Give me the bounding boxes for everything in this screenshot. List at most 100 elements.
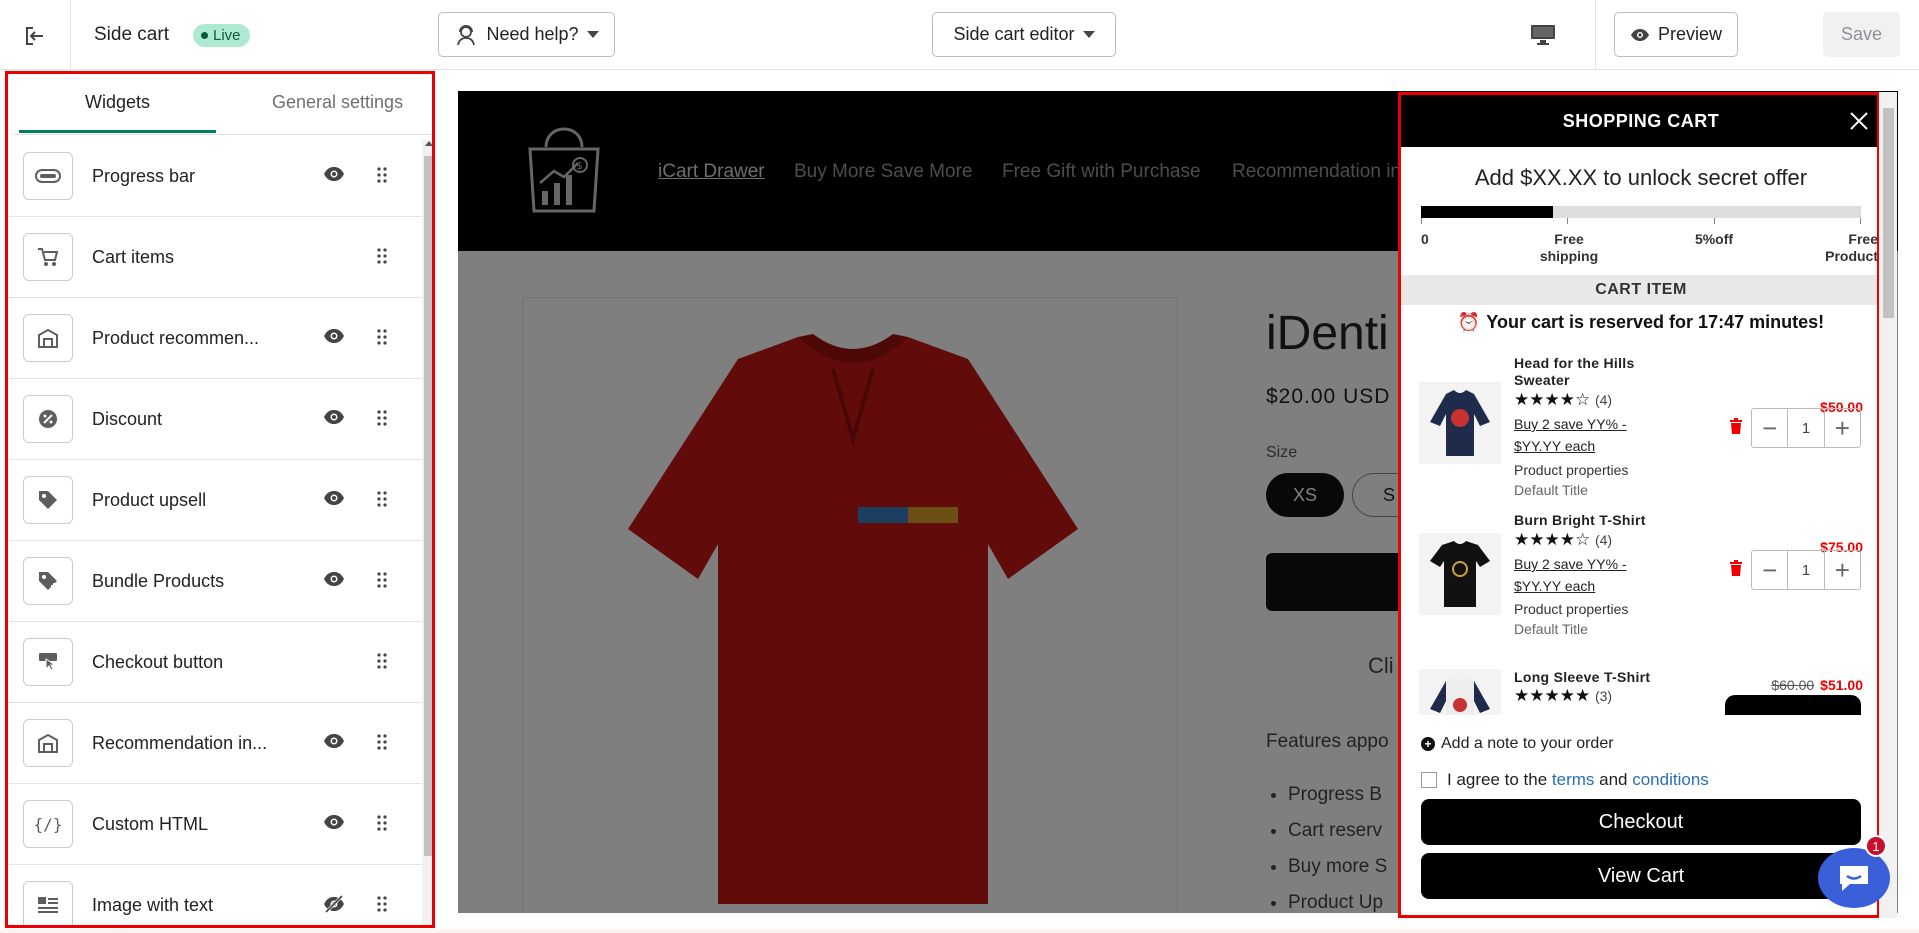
- drag-handle-icon[interactable]: [377, 166, 387, 184]
- add-button[interactable]: [1725, 695, 1861, 715]
- drag-handle-icon[interactable]: [377, 571, 387, 589]
- trash-icon[interactable]: [1729, 418, 1743, 434]
- reserve-timer: ⏰ Your cart is reserved for 17:47 minutes…: [1457, 312, 1825, 332]
- product-thumbnail[interactable]: [1419, 533, 1501, 615]
- drag-handle-icon[interactable]: [377, 814, 387, 832]
- item-name[interactable]: Head for the Hills Sweater: [1514, 355, 1664, 389]
- cart-item-section-title: CART ITEM: [1401, 275, 1877, 305]
- widget-label: Image with text: [92, 895, 214, 915]
- chevron-down-icon: [586, 31, 599, 38]
- milestone-label: Free shipping: [1539, 231, 1599, 264]
- widget-item-checkout-button[interactable]: Checkout button: [8, 622, 422, 703]
- quantity-stepper: −1 +: [1751, 408, 1861, 448]
- widget-item-image-with-text[interactable]: Image with text: [8, 865, 422, 925]
- drag-handle-icon[interactable]: [377, 733, 387, 751]
- eye-icon[interactable]: [323, 328, 345, 344]
- app-title: Side cart: [94, 24, 169, 45]
- need-help-button[interactable]: Need help?: [438, 12, 615, 57]
- terms-link[interactable]: terms: [1552, 770, 1595, 789]
- terms-checkbox[interactable]: [1421, 772, 1437, 788]
- widget-item-product-upsell[interactable]: Product upsell: [8, 460, 422, 541]
- drag-handle-icon[interactable]: [377, 490, 387, 508]
- widget-item-recommendation-in[interactable]: Recommendation in...: [8, 703, 422, 784]
- eye-icon[interactable]: [323, 409, 345, 425]
- widget-item-discount[interactable]: Discount: [8, 379, 422, 460]
- chevron-down-icon: [1082, 31, 1095, 38]
- terms-agreement: I agree to the terms and conditions: [1421, 770, 1709, 790]
- item-rating: ★★★★☆ (4): [1514, 390, 1613, 409]
- storefront-icon: [23, 314, 73, 362]
- tag-plus-icon: [23, 557, 73, 605]
- item-properties: Product properties Default Title: [1514, 462, 1629, 498]
- trash-icon[interactable]: [1729, 560, 1743, 576]
- increase-qty-button[interactable]: +: [1825, 551, 1860, 589]
- cart-title: SHOPPING CART: [1401, 95, 1877, 147]
- widget-label: Checkout button: [92, 652, 224, 672]
- progress-bar-icon: [23, 152, 73, 200]
- scroll-up-arrow-icon[interactable]: [425, 141, 432, 146]
- view-cart-button[interactable]: View Cart: [1421, 853, 1861, 899]
- milestone-tick: [1860, 218, 1861, 224]
- drag-handle-icon[interactable]: [377, 895, 387, 913]
- widget-item-cart-items[interactable]: Cart items: [8, 217, 422, 298]
- checkout-button[interactable]: Checkout: [1421, 799, 1861, 845]
- qty-value[interactable]: 1: [1787, 551, 1825, 589]
- decrease-qty-button[interactable]: −: [1752, 409, 1787, 447]
- widget-item-progress-bar[interactable]: Progress bar: [8, 136, 422, 217]
- widget-item-bundle-products[interactable]: Bundle Products: [8, 541, 422, 622]
- item-name[interactable]: Burn Bright T-Shirt: [1514, 512, 1664, 529]
- cart-progress-bar: [1421, 206, 1861, 218]
- eye-off-icon[interactable]: [323, 894, 345, 914]
- milestone-tick: [1714, 218, 1715, 224]
- milestone-label: Free Product: [1825, 231, 1878, 264]
- tab-general-settings[interactable]: General settings: [272, 92, 403, 113]
- milestone-label: 5%off: [1694, 231, 1734, 247]
- star-rating-icon: ★★★★★: [1514, 686, 1591, 705]
- product-thumbnail[interactable]: [1419, 382, 1501, 464]
- cart-scroll-thumb[interactable]: [1883, 108, 1894, 318]
- top-bar: Side cart Live Need help? Side cart edit…: [0, 0, 1919, 70]
- editor-select-button[interactable]: Side cart editor: [932, 12, 1116, 57]
- close-icon[interactable]: [1849, 111, 1869, 131]
- tab-widgets[interactable]: Widgets: [85, 92, 150, 113]
- preview-button[interactable]: Preview: [1614, 12, 1738, 57]
- exit-icon[interactable]: [18, 22, 52, 50]
- add-note-link[interactable]: + Add a note to your order: [1421, 735, 1614, 753]
- panel-tabs: Widgets General settings: [13, 74, 432, 135]
- item-offer-link[interactable]: Buy 2 save YY% - $YY.YY each: [1514, 553, 1654, 597]
- eye-icon[interactable]: [323, 571, 345, 587]
- widget-label: Cart items: [92, 247, 175, 267]
- milestone-tick: [1421, 218, 1422, 224]
- milestone-tick: [1567, 218, 1568, 224]
- item-properties: Product properties Default Title: [1514, 601, 1629, 637]
- panel-scroll-thumb[interactable]: [424, 156, 432, 856]
- drag-handle-icon[interactable]: [377, 409, 387, 427]
- item-name[interactable]: Long Sleeve T-Shirt: [1514, 669, 1664, 686]
- widget-item-product-recommendations[interactable]: Product recommen...: [8, 298, 422, 379]
- eye-icon[interactable]: [323, 814, 345, 830]
- save-button[interactable]: Save: [1823, 12, 1900, 57]
- item-offer-link[interactable]: Buy 2 save YY% - $YY.YY each: [1514, 413, 1654, 457]
- cart-items-list[interactable]: Head for the Hills Sweater ★★★★☆ (4) Buy…: [1401, 345, 1877, 715]
- quantity-stepper: −1 +: [1751, 550, 1861, 590]
- drag-handle-icon[interactable]: [377, 652, 387, 670]
- alarm-clock-icon: ⏰: [1457, 312, 1481, 332]
- product-thumbnail[interactable]: [1419, 669, 1501, 715]
- plus-circle-icon: +: [1421, 737, 1435, 751]
- image-text-icon: [23, 881, 73, 925]
- star-rating-icon: ★★★★☆: [1514, 390, 1591, 409]
- chat-bubble-icon[interactable]: [1818, 848, 1890, 908]
- storefront-icon: [23, 719, 73, 767]
- eye-icon[interactable]: [323, 166, 345, 182]
- drag-handle-icon[interactable]: [377, 247, 387, 265]
- drag-handle-icon[interactable]: [377, 328, 387, 346]
- desktop-icon[interactable]: [1530, 24, 1556, 46]
- conditions-link[interactable]: conditions: [1632, 770, 1709, 789]
- tag-icon: [23, 476, 73, 524]
- eye-icon[interactable]: [323, 733, 345, 749]
- decrease-qty-button[interactable]: −: [1752, 551, 1787, 589]
- qty-value[interactable]: 1: [1787, 409, 1825, 447]
- widget-item-custom-html[interactable]: {/} Custom HTML: [8, 784, 422, 865]
- eye-icon[interactable]: [323, 490, 345, 506]
- increase-qty-button[interactable]: +: [1825, 409, 1860, 447]
